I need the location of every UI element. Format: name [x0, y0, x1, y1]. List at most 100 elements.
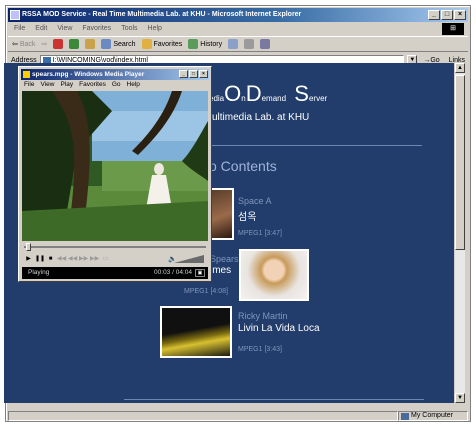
- playback-status: Playing: [28, 269, 50, 276]
- captions-toggle-icon[interactable]: ▣: [195, 269, 205, 277]
- menu-file[interactable]: File: [14, 23, 25, 35]
- forward-button[interactable]: ⇨: [41, 40, 47, 48]
- windows-logo-icon: ⊞: [442, 23, 464, 35]
- media-player-icon: [23, 71, 30, 78]
- item-title[interactable]: imes: [210, 265, 231, 276]
- title-d: D: [245, 81, 262, 106]
- status-text: [8, 410, 398, 421]
- volume-slider[interactable]: 🔈: [168, 255, 204, 263]
- scroll-down-arrow-icon[interactable]: ▼: [455, 393, 465, 403]
- wmp-menu-favorites[interactable]: Favorites: [79, 80, 106, 90]
- item-artist: Ricky Martin: [238, 311, 288, 321]
- pause-icon[interactable]: ❚❚: [35, 255, 45, 264]
- rewind-icon[interactable]: ◀◀: [68, 255, 77, 264]
- item-title[interactable]: 섬옥: [238, 208, 256, 223]
- history-icon: [188, 39, 199, 49]
- title-s: S: [294, 81, 309, 106]
- search-button[interactable]: Search: [101, 39, 136, 49]
- section-heading: o Contents: [209, 158, 277, 174]
- menu-view[interactable]: View: [57, 23, 72, 35]
- scroll-up-arrow-icon[interactable]: ▲: [455, 63, 465, 73]
- history-button[interactable]: History: [188, 39, 222, 49]
- fast-forward-icon[interactable]: ▶▶: [79, 255, 88, 264]
- divider: [200, 145, 422, 146]
- mail-icon: [228, 39, 239, 49]
- refresh-button[interactable]: [69, 39, 80, 49]
- stop-icon: [53, 39, 64, 49]
- stop-icon[interactable]: ■: [46, 255, 55, 264]
- back-label: Back: [19, 40, 36, 48]
- menu-favorites[interactable]: Favorites: [82, 23, 111, 35]
- maximize-button[interactable]: □: [441, 10, 453, 20]
- item-artist: Space A: [238, 196, 272, 206]
- ie-window-title: RSSA MOD Service - Real Time Multimedia …: [22, 11, 302, 18]
- media-player-titlebar[interactable]: spears.mpg - Windows Media Player _ □ ×: [21, 69, 209, 80]
- edit-button[interactable]: [260, 39, 271, 49]
- media-player-statusbar: Playing 00:03 / 04:04 ▣: [22, 267, 208, 279]
- print-button[interactable]: [244, 39, 255, 49]
- ie-menubar: File Edit View Favorites Tools Help ⊞: [8, 23, 468, 35]
- item-meta: MPEG1 [3:47]: [238, 230, 282, 237]
- wmp-menu-play[interactable]: Play: [60, 80, 73, 90]
- seek-slider-thumb[interactable]: [26, 243, 32, 251]
- my-computer-icon: [401, 412, 409, 420]
- wmp-menu-file[interactable]: File: [24, 80, 34, 90]
- minimize-button[interactable]: _: [428, 10, 440, 20]
- wmp-maximize-button[interactable]: □: [189, 70, 198, 78]
- edit-icon: [260, 39, 271, 49]
- preview-icon[interactable]: ▭: [101, 255, 110, 264]
- history-label: History: [200, 40, 223, 48]
- menu-tools[interactable]: Tools: [121, 23, 137, 35]
- seek-bar[interactable]: [22, 243, 208, 251]
- back-button[interactable]: ⇦ Back: [12, 40, 36, 49]
- search-icon: [101, 39, 112, 49]
- home-button[interactable]: [85, 39, 96, 49]
- play-icon[interactable]: ▶: [24, 255, 33, 264]
- video-thumbnail-spears[interactable]: [239, 249, 309, 301]
- back-arrow-icon: ⇦: [12, 41, 18, 48]
- title-emand: emand: [261, 94, 287, 103]
- wmp-close-button[interactable]: ×: [199, 70, 208, 78]
- title-erver: erver: [308, 94, 328, 103]
- video-frame-image: [22, 91, 208, 241]
- video-display[interactable]: [22, 91, 208, 241]
- wmp-menu-help[interactable]: Help: [127, 80, 140, 90]
- skip-back-icon[interactable]: ◀◀: [57, 255, 66, 264]
- scroll-thumb[interactable]: [455, 75, 465, 250]
- video-thumbnail-ricky-martin[interactable]: [160, 306, 232, 358]
- wmp-menu-view[interactable]: View: [40, 80, 54, 90]
- menu-edit[interactable]: Edit: [35, 23, 47, 35]
- status-zone: My Computer: [398, 410, 468, 421]
- stop-button[interactable]: [53, 39, 64, 49]
- playback-time: 00:03 / 04:04: [154, 269, 192, 276]
- media-player-menubar: File View Play Favorites Go Help: [21, 80, 209, 90]
- ie-statusbar: My Computer: [8, 410, 468, 421]
- divider: [124, 399, 424, 400]
- home-icon: [85, 39, 96, 49]
- print-icon: [244, 39, 255, 49]
- favorites-icon: [141, 39, 152, 49]
- refresh-icon: [69, 39, 80, 49]
- wmp-menu-go[interactable]: Go: [112, 80, 121, 90]
- status-zone-label: My Computer: [411, 411, 454, 419]
- vertical-scrollbar[interactable]: ▲ ▼: [455, 63, 465, 403]
- seek-track: [24, 246, 206, 248]
- title-o: O: [224, 81, 242, 106]
- media-player-title: spears.mpg - Windows Media Player: [32, 71, 145, 78]
- ie-titlebar[interactable]: RSSA MOD Service - Real Time Multimedia …: [8, 8, 468, 22]
- item-meta: MPEG1 [3:43]: [238, 346, 282, 353]
- page-subtitle: ultimedia Lab. at KHU: [212, 112, 310, 123]
- menu-help[interactable]: Help: [148, 23, 162, 35]
- media-player-window: spears.mpg - Windows Media Player _ □ × …: [18, 66, 212, 282]
- skip-forward-icon[interactable]: ▶▶: [90, 255, 99, 264]
- item-title[interactable]: Livin La Vida Loca: [238, 323, 320, 334]
- wmp-minimize-button[interactable]: _: [179, 70, 188, 78]
- close-button[interactable]: ×: [454, 10, 466, 20]
- favorites-button[interactable]: Favorites: [141, 39, 182, 49]
- ie-toolbar: ⇦ Back ⇨ Search Favorites History: [8, 36, 468, 52]
- forward-arrow-icon: ⇨: [41, 41, 48, 48]
- item-meta: MPEG1 [4:08]: [184, 288, 228, 295]
- page-title: ediaOnDemand Server: [209, 81, 327, 107]
- mail-button[interactable]: [228, 39, 239, 49]
- item-artist: Spears: [210, 254, 239, 264]
